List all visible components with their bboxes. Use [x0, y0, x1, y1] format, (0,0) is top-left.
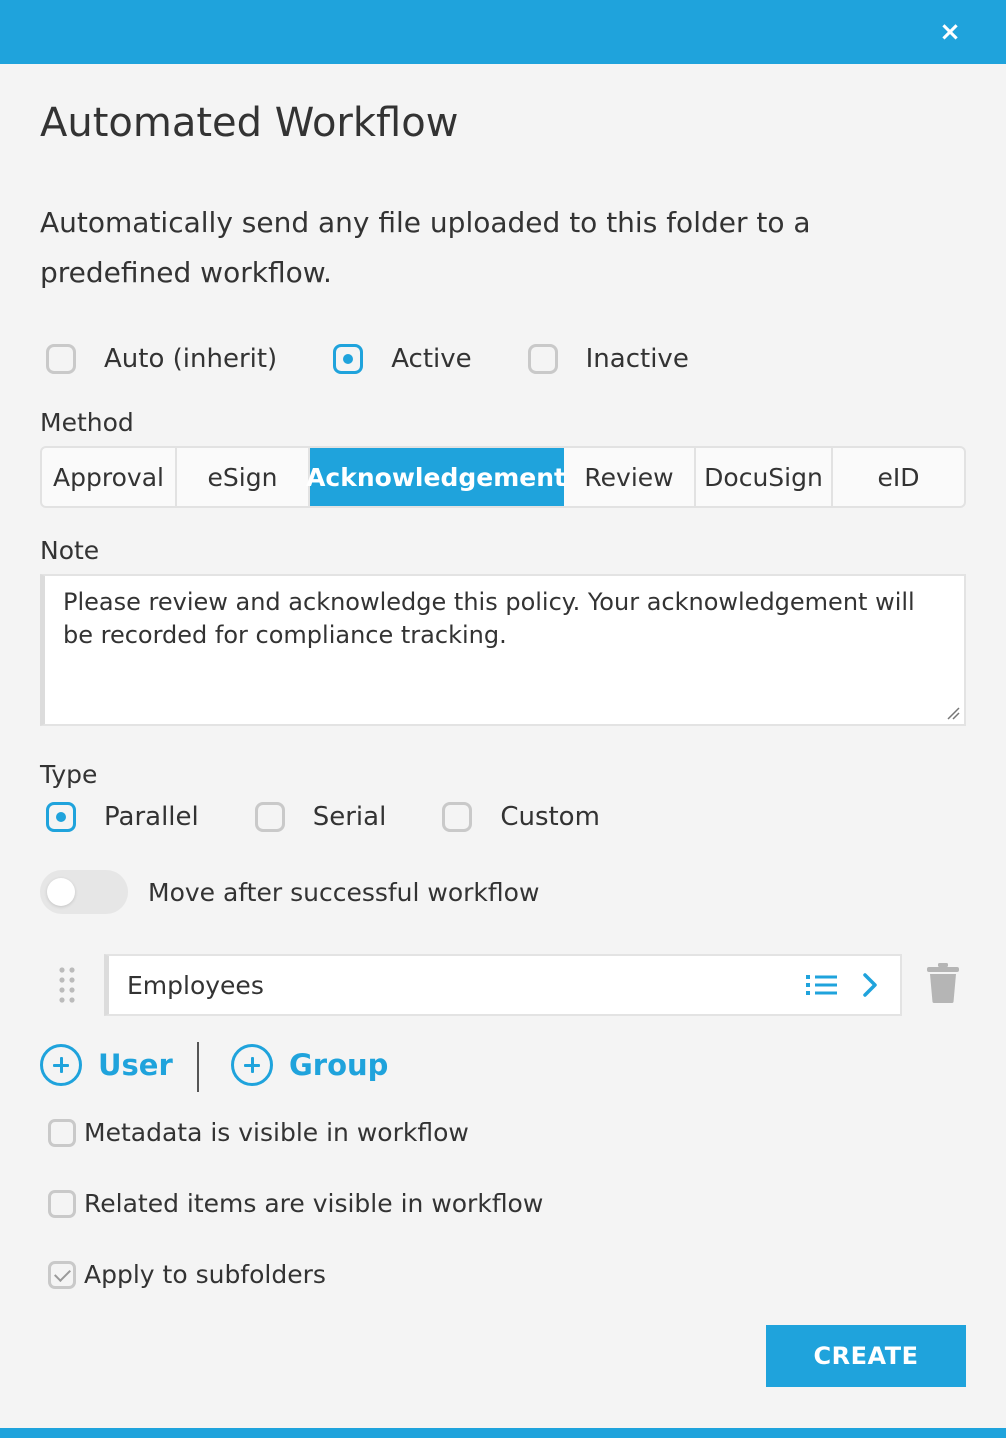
status-radio-group: Auto (inherit) Active Inactive: [46, 344, 689, 374]
tab-acknowledgement[interactable]: Acknowledgement: [306, 448, 566, 506]
note-text: Please review and acknowledge this polic…: [63, 588, 915, 649]
status-option-inactive[interactable]: Inactive: [527, 344, 689, 374]
checkbox[interactable]: [48, 1118, 76, 1147]
drag-handle-icon[interactable]: [58, 966, 76, 1004]
dialog-description: Automatically send any file uploaded to …: [40, 206, 811, 289]
add-user-label: User: [98, 1048, 173, 1082]
checkbox[interactable]: [48, 1260, 76, 1289]
type-radio-group: Parallel Serial Custom: [46, 802, 600, 832]
recipient-row[interactable]: Employees: [104, 954, 902, 1016]
checkbox-related-items-visible[interactable]: Related items are visible in workflow: [48, 1189, 543, 1218]
radio-inactive[interactable]: [527, 344, 558, 374]
radio-active[interactable]: [333, 344, 364, 374]
list-icon[interactable]: [806, 973, 838, 997]
add-user-button[interactable]: User: [40, 1044, 173, 1086]
recipient-name: Employees: [127, 970, 264, 1000]
dialog-footer-bar: [0, 1428, 1006, 1438]
note-textarea[interactable]: Please review and acknowledge this polic…: [40, 574, 966, 726]
type-option-label: Parallel: [104, 802, 199, 832]
dialog-title: Automated Workflow: [40, 100, 459, 146]
tab-esign[interactable]: eSign: [177, 448, 310, 506]
type-option-parallel[interactable]: Parallel: [46, 802, 199, 832]
radio-custom[interactable]: [442, 802, 473, 832]
radio-serial[interactable]: [254, 802, 285, 832]
checkbox-label: Metadata is visible in workflow: [84, 1118, 469, 1147]
move-after-label: Move after successful workflow: [148, 878, 540, 907]
radio-auto[interactable]: [46, 344, 76, 374]
trash-icon[interactable]: [926, 962, 960, 1004]
checkbox-label: Related items are visible in workflow: [84, 1189, 544, 1218]
dialog-header-bar: ×: [0, 0, 1006, 64]
resize-grip-icon[interactable]: [946, 706, 960, 720]
checkbox-apply-subfolders[interactable]: Apply to subfolders: [48, 1260, 326, 1289]
checkbox-label: Apply to subfolders: [84, 1260, 326, 1289]
type-option-custom[interactable]: Custom: [442, 802, 600, 832]
radio-parallel[interactable]: [46, 802, 76, 832]
status-option-label: Auto (inherit): [104, 344, 278, 374]
checkbox-metadata-visible[interactable]: Metadata is visible in workflow: [48, 1118, 469, 1147]
note-label: Note: [40, 536, 100, 565]
type-label: Type: [40, 760, 98, 789]
tab-docusign[interactable]: DocuSign: [696, 448, 833, 506]
toggle-knob: [47, 878, 75, 906]
chevron-right-icon[interactable]: [860, 972, 880, 998]
type-option-label: Custom: [500, 802, 600, 832]
create-button[interactable]: CREATE: [766, 1325, 966, 1387]
status-option-label: Active: [391, 344, 472, 374]
add-group-button[interactable]: Group: [231, 1044, 388, 1086]
close-icon[interactable]: ×: [938, 19, 962, 45]
method-tabs: Approval eSign Acknowledgement Review Do…: [40, 446, 966, 508]
plus-circle-icon: [40, 1044, 82, 1086]
type-option-serial[interactable]: Serial: [254, 802, 387, 832]
plus-circle-icon: [231, 1044, 273, 1086]
status-option-auto[interactable]: Auto (inherit): [46, 344, 277, 374]
checkbox[interactable]: [48, 1189, 76, 1218]
move-after-toggle[interactable]: [40, 870, 128, 914]
status-option-label: Inactive: [585, 344, 689, 374]
status-option-active[interactable]: Active: [333, 344, 472, 374]
tab-approval[interactable]: Approval: [42, 448, 177, 506]
divider: [197, 1042, 199, 1092]
type-option-label: Serial: [312, 802, 387, 832]
add-group-label: Group: [289, 1048, 389, 1082]
tab-eid[interactable]: eID: [833, 448, 964, 506]
tab-review[interactable]: Review: [564, 448, 696, 506]
method-label: Method: [40, 408, 134, 437]
